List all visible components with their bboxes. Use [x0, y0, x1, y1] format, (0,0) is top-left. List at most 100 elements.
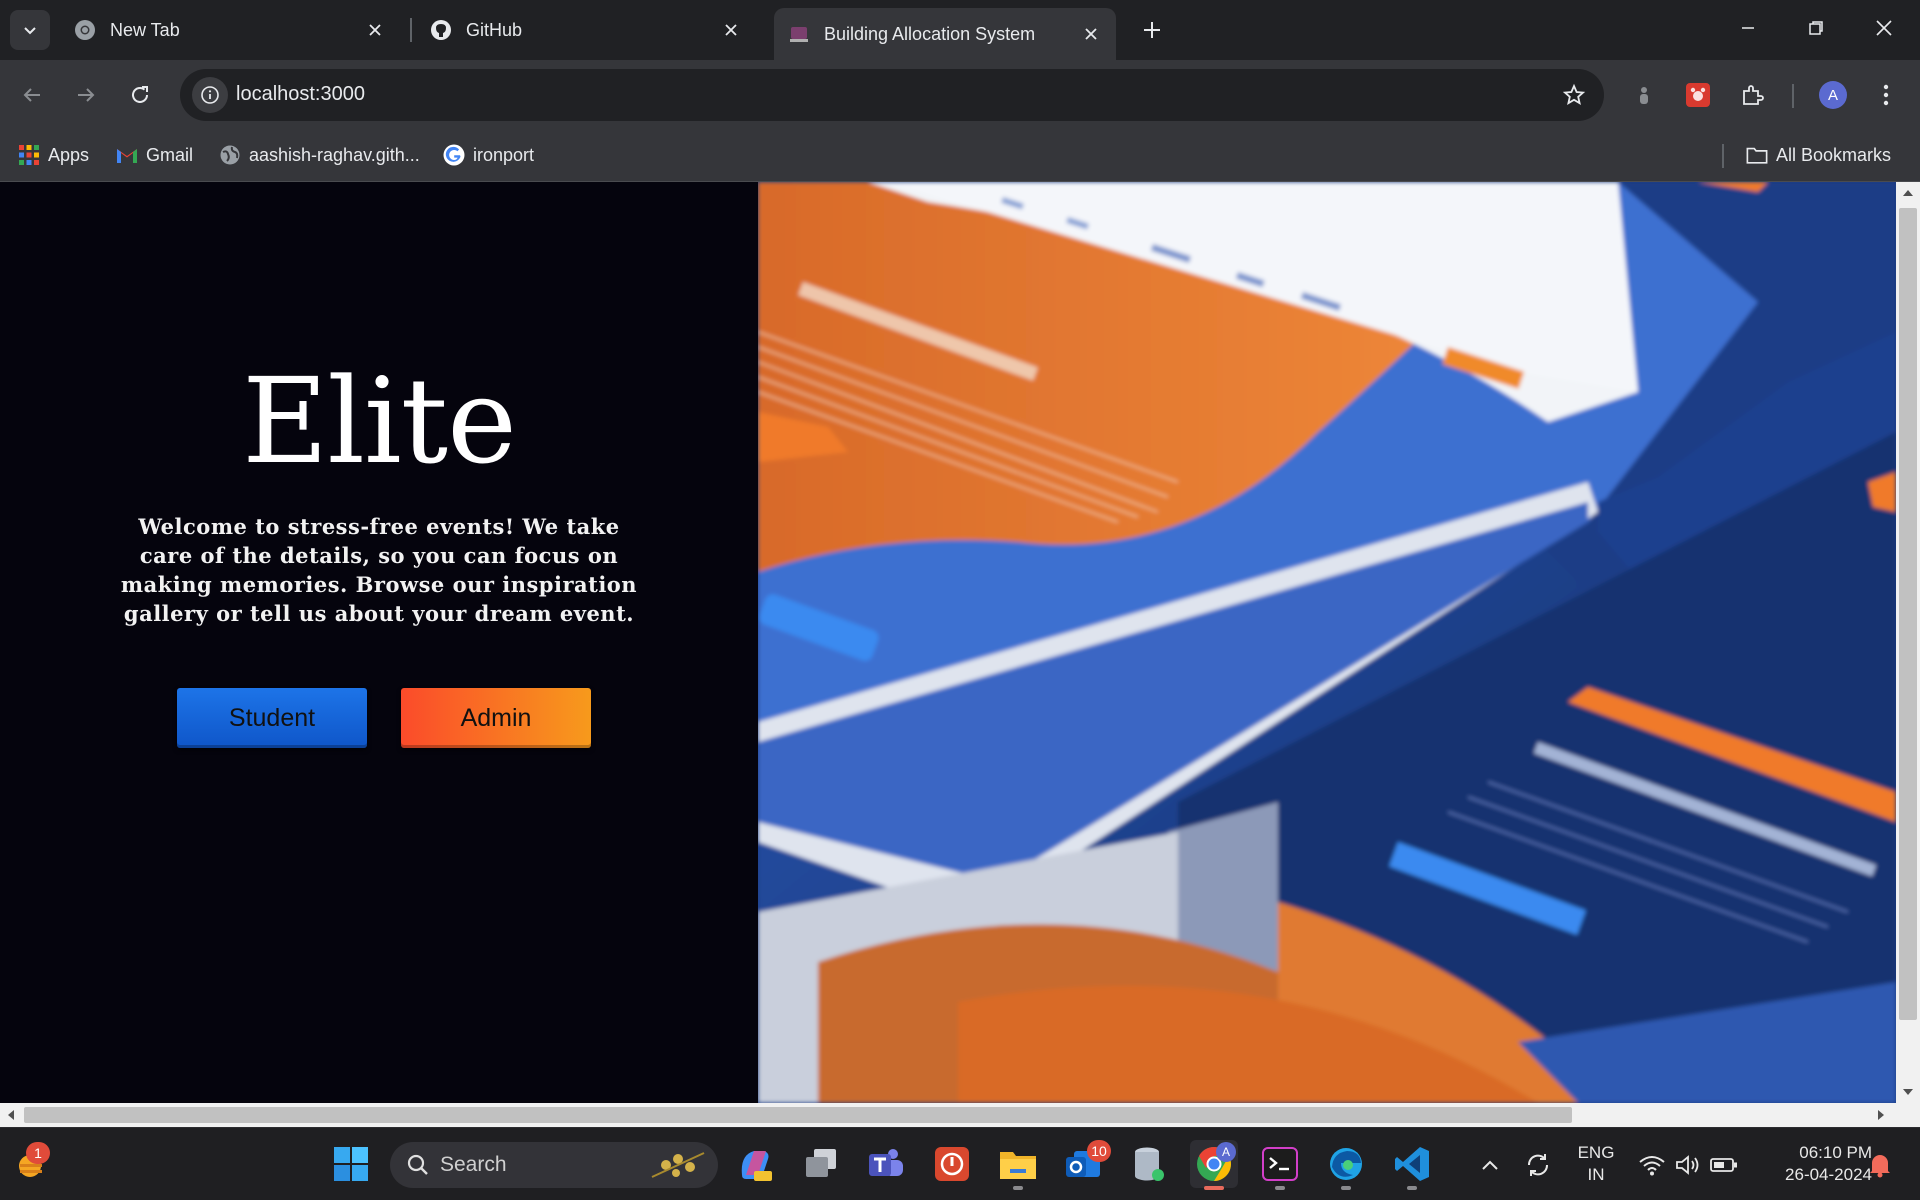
- restore-button[interactable]: [1782, 0, 1850, 56]
- bookmark-label: aashish-raghav.gith...: [249, 144, 420, 165]
- terminal-icon: [1262, 1147, 1298, 1181]
- bookmark-star-icon[interactable]: [1558, 79, 1590, 111]
- avatar: A: [1819, 81, 1847, 109]
- edge-app[interactable]: [1322, 1140, 1370, 1190]
- bookmark-label: Apps: [48, 144, 90, 165]
- sync-icon: [1527, 1153, 1549, 1176]
- volume-tray-button[interactable]: [1670, 1128, 1706, 1200]
- tab-github[interactable]: GitHub: [416, 8, 756, 52]
- show-hidden-icons-button[interactable]: [1470, 1128, 1510, 1200]
- wifi-tray-button[interactable]: [1634, 1128, 1670, 1200]
- bookmark-label: ironport: [473, 144, 535, 165]
- arrow-right-icon: [78, 88, 95, 102]
- close-icon[interactable]: [1080, 23, 1102, 45]
- power-automate-app[interactable]: [928, 1140, 976, 1188]
- notification-badge: 1: [26, 1142, 50, 1164]
- start-button[interactable]: [327, 1140, 375, 1188]
- chevron-down-icon: [24, 27, 36, 35]
- extension-red-icon[interactable]: [1680, 77, 1716, 113]
- url-text[interactable]: localhost:3000: [236, 83, 365, 106]
- teams-app[interactable]: [862, 1140, 910, 1188]
- scroll-right-arrow-icon[interactable]: [1876, 1109, 1886, 1121]
- scroll-up-arrow-icon[interactable]: [1902, 188, 1914, 198]
- bookmarks-separator: [1722, 144, 1724, 168]
- extensions-puzzle-icon[interactable]: [1734, 77, 1770, 113]
- close-icon: [1876, 20, 1892, 36]
- gmail-icon: [116, 144, 138, 166]
- tab-building-allocation-system[interactable]: Building Allocation System: [774, 8, 1116, 60]
- forward-button[interactable]: [68, 77, 104, 113]
- new-tab-button[interactable]: [1136, 12, 1168, 48]
- address-bar[interactable]: localhost:3000: [180, 69, 1604, 121]
- battery-icon: [1710, 1157, 1737, 1172]
- bookmark-apps[interactable]: Apps: [18, 140, 89, 170]
- all-bookmarks-button[interactable]: All Bookmarks: [1746, 140, 1891, 170]
- task-view-app[interactable]: [797, 1140, 845, 1188]
- windows-logo-icon: [334, 1147, 368, 1181]
- bookmark-ironport[interactable]: ironport: [443, 140, 534, 170]
- search-icon: [407, 1154, 428, 1175]
- vscode-app[interactable]: [1388, 1140, 1436, 1190]
- extension-icon[interactable]: [1626, 77, 1662, 113]
- arrow-left-icon: [23, 88, 40, 102]
- battery-tray-button[interactable]: [1706, 1128, 1742, 1200]
- search-highlight-icon: [651, 1152, 705, 1178]
- outlook-app[interactable]: 10: [1059, 1140, 1111, 1188]
- vertical-scroll-thumb[interactable]: [1899, 208, 1917, 1020]
- vscode-icon: [1395, 1147, 1429, 1181]
- more-vertical-icon: [1883, 84, 1889, 106]
- weather-widget[interactable]: 1: [6, 1140, 54, 1188]
- student-button[interactable]: Student: [177, 688, 367, 748]
- minimize-button[interactable]: [1714, 0, 1782, 56]
- toolbar-separator: [1792, 84, 1794, 108]
- database-icon: [1135, 1147, 1164, 1181]
- site-info-icon[interactable]: [192, 77, 228, 113]
- scroll-down-arrow-icon[interactable]: [1902, 1087, 1914, 1097]
- hero-section: Elite Welcome to stress-free events! We …: [0, 182, 758, 1103]
- tab-title: Building Allocation System: [824, 23, 1036, 44]
- reload-icon: [132, 86, 148, 103]
- clock-time: 06:10 PM: [1799, 1143, 1872, 1162]
- close-icon[interactable]: [720, 19, 742, 41]
- tab-title: GitHub: [466, 19, 523, 40]
- teams-icon: [869, 1149, 903, 1176]
- system-clock[interactable]: 06:10 PM 26-04-2024: [1752, 1142, 1872, 1186]
- sync-tray-button[interactable]: [1518, 1128, 1558, 1200]
- vertical-scrollbar[interactable]: [1896, 182, 1920, 1103]
- page-title: Elite: [242, 352, 517, 490]
- bookmark-gmail[interactable]: Gmail: [116, 140, 193, 170]
- bell-icon: [1870, 1154, 1890, 1177]
- close-icon[interactable]: [364, 19, 386, 41]
- admin-button[interactable]: Admin: [401, 688, 591, 748]
- horizontal-scrollbar[interactable]: [0, 1103, 1920, 1127]
- tab-separator: [410, 18, 412, 42]
- power-icon: [935, 1147, 969, 1181]
- task-view-icon: [806, 1149, 836, 1177]
- close-window-button[interactable]: [1850, 0, 1918, 56]
- all-bookmarks-label: All Bookmarks: [1776, 144, 1892, 165]
- browser-toolbar: localhost:3000 A: [0, 60, 1920, 130]
- taskbar-search-box[interactable]: Search: [390, 1142, 718, 1188]
- chrome-app[interactable]: A: [1190, 1140, 1238, 1190]
- profile-button[interactable]: A: [1815, 77, 1851, 113]
- back-button[interactable]: [14, 77, 50, 113]
- database-app[interactable]: [1125, 1140, 1173, 1188]
- reload-button[interactable]: [122, 77, 158, 113]
- apps-grid-icon: [18, 144, 40, 166]
- horizontal-scroll-thumb[interactable]: [24, 1107, 1572, 1123]
- menu-button[interactable]: [1868, 77, 1904, 113]
- tab-new-tab[interactable]: New Tab: [60, 8, 400, 52]
- bookmarks-bar: Apps Gmail aashish-raghav.gith... ironpo…: [0, 130, 1920, 182]
- clock-date: 26-04-2024: [1785, 1165, 1872, 1184]
- terminal-app[interactable]: [1256, 1140, 1304, 1190]
- search-placeholder: Search: [440, 1153, 507, 1176]
- tab-search-button[interactable]: [10, 10, 50, 50]
- language-indicator[interactable]: ENG IN: [1572, 1142, 1620, 1186]
- notifications-button[interactable]: [1860, 1128, 1900, 1200]
- bookmark-aashish-raghav[interactable]: aashish-raghav.gith...: [219, 140, 420, 170]
- copilot-app[interactable]: [731, 1140, 779, 1188]
- scroll-left-arrow-icon[interactable]: [6, 1109, 16, 1121]
- hero-tagline: Welcome to stress-free events! We take c…: [120, 514, 638, 626]
- file-explorer-app[interactable]: [994, 1140, 1042, 1190]
- page-viewport: Elite Welcome to stress-free events! We …: [0, 182, 1896, 1103]
